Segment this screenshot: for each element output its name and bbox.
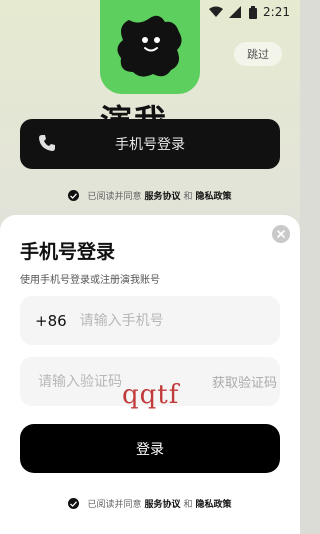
sheet-subtitle: 使用手机号登录或注册演我账号 [20,275,160,286]
phone-login-label: 手机号登录 [115,137,185,153]
wifi-icon [209,6,224,18]
login-button[interactable]: 登录 [20,424,280,473]
phone-field[interactable]: +86 [20,296,280,345]
skip-button[interactable]: 跳过 [234,42,282,66]
agree-and: 和 [183,500,193,510]
signal-icon [229,6,243,18]
phone-icon [38,134,56,156]
check-icon[interactable] [68,190,80,201]
privacy-policy-link[interactable]: 隐私政策 [196,189,232,202]
agree-and: 和 [183,192,193,202]
background-agreement-row: 已阅读并同意 服务协议 和 隐私政策 [0,189,300,202]
privacy-policy-link[interactable]: 隐私政策 [196,497,232,510]
country-code[interactable]: +86 [35,312,67,330]
battery-icon [249,6,258,19]
agree-prefix: 已阅读并同意 [87,500,142,510]
status-time: 2:21 [263,5,290,19]
watermark-text: qqtf [122,380,180,410]
mascot-icon [117,15,182,77]
service-agreement-link[interactable]: 服务协议 [144,189,180,202]
phone-login-button[interactable]: 手机号登录 [20,119,280,169]
sheet-title: 手机号登录 [20,241,116,263]
check-icon[interactable] [68,498,80,509]
sheet-agreement-row: 已阅读并同意 服务协议 和 隐私政策 [0,497,300,510]
service-agreement-link[interactable]: 服务协议 [144,497,180,510]
get-code-button[interactable]: 获取验证码 [212,372,277,391]
agree-prefix: 已阅读并同意 [87,192,142,202]
app-logo [100,0,200,94]
phone-input[interactable] [79,312,280,329]
phone-login-sheet: 手机号登录 使用手机号登录或注册演我账号 +86 获取验证码 已阅读并同意 服务… [0,215,300,534]
close-icon[interactable] [272,225,290,243]
